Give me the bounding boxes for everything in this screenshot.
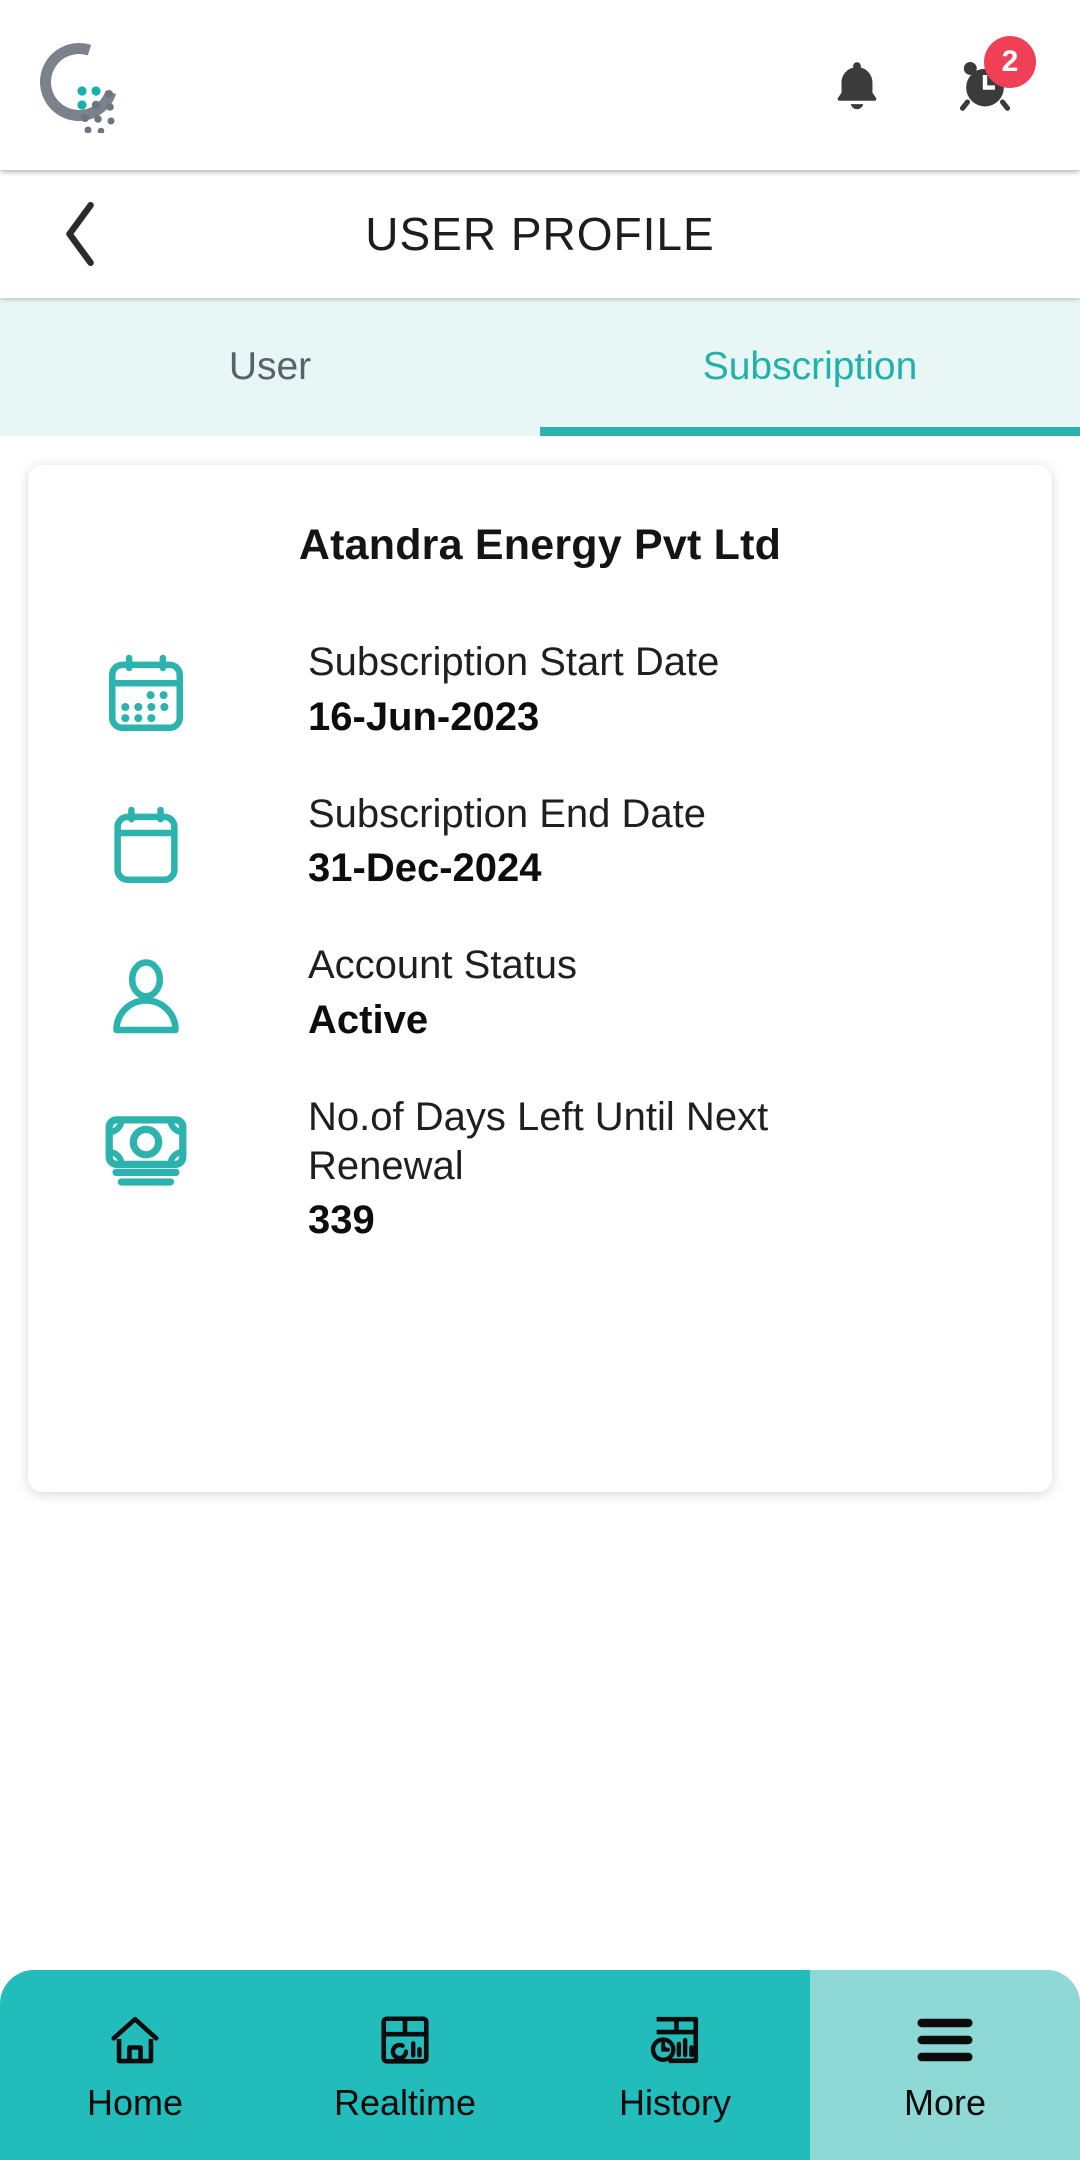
alarm-badge: 2 [984,36,1036,88]
chevron-left-icon [66,201,94,267]
topbar-actions: 2 [824,0,1036,170]
bell-icon [837,62,877,110]
top-app-bar: 2 [0,0,1080,170]
app-screen: 2 USER PROFILE User Subscription Atandra… [0,0,1080,2160]
nav-item-realtime[interactable]: Realtime [270,1970,540,2160]
row-icon-slot [100,941,208,1043]
detail-value: 339 [308,1198,375,1243]
row-text-slot: Subscription Start Date 16-Jun-2023 [208,638,719,742]
user-person-icon [113,959,179,1034]
page-header: USER PROFILE [0,170,1080,298]
logo-dots-icon [77,86,115,133]
home-icon [105,2009,165,2071]
row-icon-slot [100,638,208,740]
page-title: USER PROFILE [365,208,715,260]
list-item: Subscription End Date 31-Dec-2024 [28,790,1052,894]
subscription-detail-list: Subscription Start Date 16-Jun-2023 Subs… [28,638,1052,1245]
status-badge: Active [308,997,429,1042]
tab-user[interactable]: User [0,298,540,436]
bottom-navigation: Home Realtime History More [0,1970,1080,2160]
back-button[interactable] [46,199,116,269]
hamburger-menu-icon [914,2009,976,2071]
detail-value: 31-Dec-2024 [308,846,542,891]
notifications-button[interactable] [824,52,890,118]
nav-item-history[interactable]: History [540,1970,810,2160]
calendar-blank-icon [114,806,178,883]
row-icon-slot [100,1093,208,1195]
nav-label: Realtime [333,2082,477,2123]
detail-label: Subscription End Date [308,791,707,836]
list-item: Subscription Start Date 16-Jun-2023 [28,638,1052,742]
profile-tabs: User Subscription [0,298,1080,436]
history-chart-icon [646,2009,704,2071]
row-text-slot: Account Status Active [208,941,577,1045]
detail-value: 16-Jun-2023 [308,694,540,739]
nav-label: More [903,2082,987,2123]
realtime-dashboard-icon [376,2009,434,2071]
nav-label: Home [86,2082,184,2123]
banknote-money-icon [105,1116,187,1186]
company-name: Atandra Energy Pvt Ltd [298,521,782,569]
subscription-card: Atandra Energy Pvt Ltd Subscription Star… [28,465,1052,1492]
calendar-dots-icon [109,654,183,731]
nav-item-home[interactable]: Home [0,1970,270,2160]
detail-label: Subscription Start Date [308,640,720,684]
tab-subscription[interactable]: Subscription [540,298,1080,436]
nav-label: History [618,2082,731,2123]
alarms-button[interactable]: 2 [952,36,1036,118]
nav-item-more[interactable]: More [810,1970,1080,2160]
row-text-slot: No.of Days Left Until Next Renewal 339 [208,1093,848,1245]
list-item: Account Status Active [28,941,1052,1045]
detail-label: Account Status [308,943,578,988]
detail-label: No.of Days Left Until Next Renewal [308,1094,769,1188]
row-icon-slot [100,790,208,892]
app-logo [26,29,134,135]
list-item: No.of Days Left Until Next Renewal 339 [28,1093,1052,1245]
row-text-slot: Subscription End Date 31-Dec-2024 [208,790,706,894]
